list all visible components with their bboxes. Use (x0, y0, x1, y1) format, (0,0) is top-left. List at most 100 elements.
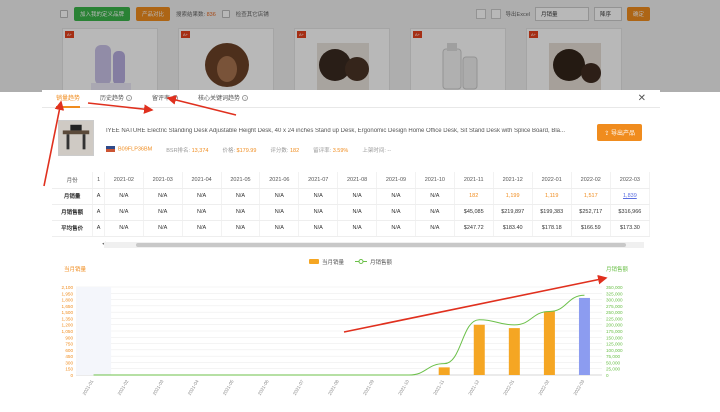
table-header-cell: 1 (92, 172, 105, 189)
x-tick: 2021-02 (117, 379, 130, 396)
table-cell: N/A (259, 188, 300, 205)
table-cell: N/A (259, 220, 300, 237)
table-cell: $173.30 (610, 220, 650, 237)
export-product-button[interactable]: ⇪ 导出产品 (597, 124, 642, 141)
y-tick-right: 250,000 (606, 310, 623, 315)
bar-2021-12 (473, 324, 485, 375)
table-cell: N/A (221, 188, 261, 205)
y-tick-right: 100,000 (606, 348, 623, 353)
tab-core-keywords[interactable]: 核心关键词趋势? (198, 90, 249, 108)
table-cell: N/A (337, 204, 378, 221)
y-tick-left: 900 (65, 335, 73, 340)
legend-label-line: 月销售额 (370, 258, 393, 266)
right-axis-title: 月销售额 (606, 265, 629, 273)
table-cell: N/A (182, 188, 222, 205)
y-tick-right: 50,000 (606, 360, 620, 365)
x-tick: 2021-06 (257, 379, 270, 396)
table-header-row: 月份 1 2021-02 2021-03 2021-04 2021-05 2021-06 20… (52, 172, 650, 189)
y-tick-right: 200,000 (606, 323, 623, 328)
y-tick-left: 1,050 (62, 329, 74, 334)
table-cell: N/A (221, 204, 261, 221)
table-header-month: 月份 (52, 172, 94, 189)
table-header-cell: 2021-07 (298, 172, 339, 189)
scrollbar-thumb[interactable] (136, 243, 626, 247)
tab-sales-trend[interactable]: 销量趋势 (56, 90, 81, 108)
table-header-cell: 2021-04 (182, 172, 222, 189)
y-tick-right: 300,000 (606, 298, 623, 303)
modal-overlay[interactable] (0, 0, 720, 92)
legend-marker-line (358, 259, 364, 264)
x-tick: 2021-12 (467, 379, 480, 396)
sales-trend-modal: 销量趋势 历史趋势? 留评率? 核心关键词趋势? ✕ IYEE NATURE E… (42, 90, 660, 412)
help-icon: ? (242, 94, 249, 101)
table-cell: 1,517 (571, 188, 611, 205)
product-meta: B09FLP36BM BSR排名: 13,374 价格: $179.99 评分数… (106, 146, 391, 154)
table-cell: 1,199 (493, 188, 533, 205)
table-row: 月销售额 A N/A N/A N/A N/A N/A N/A N/A N/A N/A $45,085 $… (52, 204, 650, 221)
table-cell: N/A (182, 220, 222, 237)
x-tick: 2021-05 (222, 379, 235, 396)
table-row: 月销量 A N/A N/A N/A N/A N/A N/A N/A N/A N/A 182 1,199 1… (52, 188, 650, 205)
table-header-cell: 2021-10 (415, 172, 455, 189)
legend-label-bar: 当月销量 (322, 258, 345, 266)
close-icon[interactable]: ✕ (638, 93, 646, 104)
y-tick-right: 125,000 (606, 342, 623, 347)
table-cell: $316,966 (610, 204, 650, 221)
table-cell: 182 (454, 188, 494, 205)
table-header-cell: 2021-02 (104, 172, 144, 189)
product-info: IYEE NATURE Electric Standing Desk Adjus… (58, 120, 648, 156)
y-tick-right: 75,000 (606, 354, 620, 359)
y-tick-right: 350,000 (606, 285, 623, 290)
bar-2022-01 (508, 328, 520, 375)
table-header-cell: 2022-01 (532, 172, 572, 189)
table-cell: N/A (221, 220, 261, 237)
table-cell: 1,119 (532, 188, 572, 205)
table-header-cell: 2022-02 (571, 172, 611, 189)
y-tick-right: 175,000 (606, 329, 623, 334)
background-page: 加入我的定义品牌 产品对比 搜索结果数: 836 检查其它店铺 导出Excel … (0, 0, 720, 93)
table-header-cell: 2021-09 (376, 172, 416, 189)
sales-table: 月份 1 2021-02 2021-03 2021-04 2021-05 2021-06 20… (52, 172, 650, 238)
table-scrollbar[interactable] (104, 242, 644, 248)
table-cell: $45,085 (454, 204, 494, 221)
y-tick-left: 1,200 (62, 323, 74, 328)
x-tick: 2021-08 (327, 379, 340, 396)
help-icon: ? (172, 94, 179, 101)
table-cell: $247.72 (454, 220, 494, 237)
tab-review-rate[interactable]: 留评率? (152, 90, 179, 108)
table-cell: N/A (259, 204, 300, 221)
table-cell: A (92, 188, 105, 205)
launch-date: 上架时间: -- (362, 148, 392, 154)
table-cell: N/A (143, 204, 183, 221)
table-header-cell: 2021-05 (221, 172, 261, 189)
y-tick-left: 0 (70, 373, 73, 378)
table-header-cell: 2021-08 (337, 172, 378, 189)
table-cell: N/A (415, 188, 455, 205)
product-title[interactable]: IYEE NATURE Electric Standing Desk Adjus… (106, 128, 601, 134)
x-tick: 2021-01 (82, 379, 95, 396)
x-tick: 2021-03 (152, 379, 165, 396)
y-tick-left: 300 (65, 360, 73, 365)
bsr-rank: BSR排名: 13,374 (166, 148, 209, 154)
review-rate: 留评率: 3.59% (313, 148, 349, 154)
table-header-cell: 2021-03 (143, 172, 183, 189)
table-cell: N/A (415, 220, 455, 237)
x-tick: 2022-02 (538, 379, 551, 396)
y-tick-left: 450 (65, 354, 73, 359)
sales-chart: 当月销量 月销售额当月销量 月销售额01503004506007509001,050… (62, 258, 629, 396)
bar-2021-11 (438, 367, 450, 375)
table-cell: $252,717 (571, 204, 611, 221)
y-tick-right: 150,000 (606, 335, 623, 340)
table-cell: A (92, 220, 105, 237)
table-cell: N/A (376, 220, 416, 237)
product-thumbnail[interactable] (58, 120, 94, 156)
table-cell: N/A (104, 188, 144, 205)
hover-highlight (76, 287, 112, 375)
table-row-label: 月销售额 (52, 204, 94, 221)
table-row: 平均售价 A N/A N/A N/A N/A N/A N/A N/A N/A N/A $247.72 $… (52, 220, 650, 237)
tab-history-trend[interactable]: 历史趋势? (100, 90, 133, 108)
product-asin[interactable]: B09FLP36BM (106, 146, 152, 154)
table-cell: N/A (298, 188, 339, 205)
table-cell: N/A (104, 220, 144, 237)
x-tick: 2021-10 (397, 379, 410, 396)
